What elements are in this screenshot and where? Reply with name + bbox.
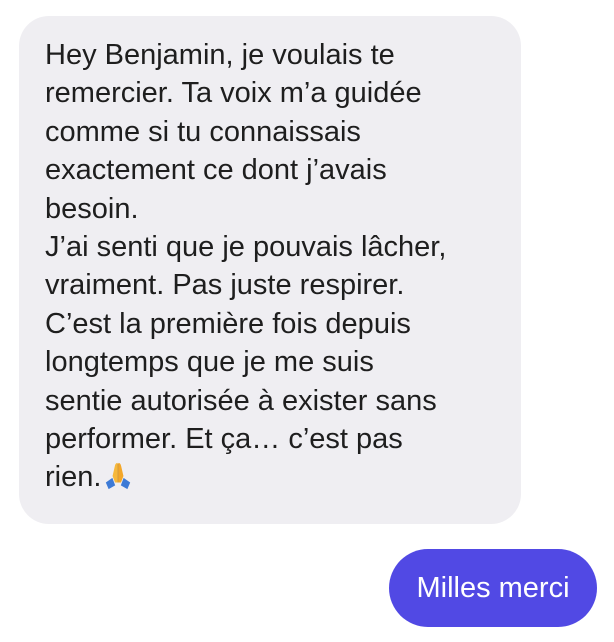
conversation-thread: Hey Benjamin, je voulais te remercier. T… (0, 0, 614, 642)
praying-hands-icon (106, 463, 131, 490)
message-line: vraiment. Pas juste respirer. (45, 269, 405, 302)
message-line: remercier. Ta voix m’a guidée (45, 77, 422, 110)
message-line: exactement ce dont j’avais (45, 154, 387, 187)
outgoing-message-bubble[interactable]: Milles merci (389, 549, 597, 627)
message-line: sentie autorisée à exister sans (45, 384, 437, 417)
outgoing-message-text: Milles merci (416, 571, 570, 604)
message-line: Hey Benjamin, je voulais te (45, 39, 395, 71)
message-line: longtemps que je me suis (45, 346, 374, 379)
message-line: comme si tu connaissais (45, 115, 361, 148)
message-line: besoin. (45, 192, 139, 225)
message-line-text: rien. (45, 461, 102, 494)
message-last-line: rien. (45, 458, 505, 496)
message-line: C’est la première fois depuis (45, 307, 411, 340)
incoming-message-bubble[interactable]: Hey Benjamin, je voulais te remercier. T… (19, 16, 521, 524)
message-line: performer. Et ça… c’est pas (45, 423, 403, 456)
message-line: J’ai senti que je pouvais lâcher, (45, 231, 447, 264)
